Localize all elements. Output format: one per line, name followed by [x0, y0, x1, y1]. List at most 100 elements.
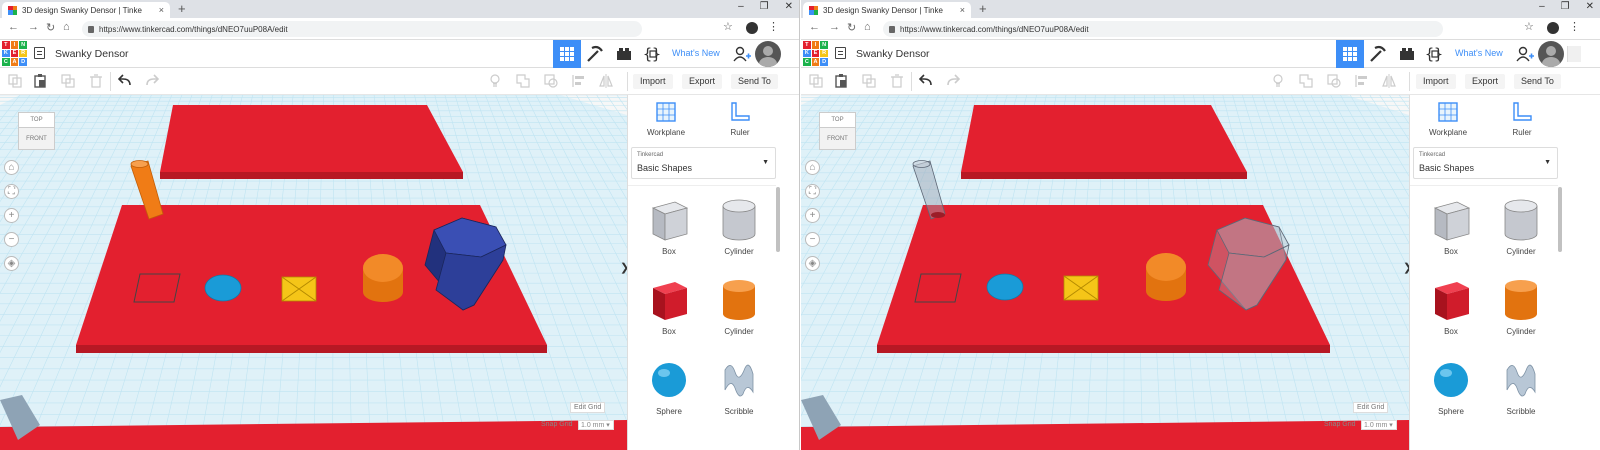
design-title[interactable]: Swanky Densor [55, 48, 129, 60]
home-view-icon[interactable]: ⌂ [805, 160, 820, 175]
workplane-tool[interactable]: Workplane [1418, 101, 1478, 137]
restore-icon[interactable]: ❐ [1561, 1, 1570, 12]
snap-grid-select[interactable]: 1.0 mm ▾ [578, 420, 614, 430]
shape-library-select[interactable]: Tinkercad Basic Shapes ▼ [631, 147, 776, 179]
new-tab-button[interactable]: + [178, 1, 186, 16]
reload-icon[interactable]: ↻ [46, 21, 55, 34]
browser-menu-icon[interactable]: ⋮ [768, 20, 779, 33]
view-cube-front[interactable]: FRONT [819, 128, 856, 150]
collapse-panel-icon[interactable]: ❯ [620, 261, 627, 274]
shape-cylinder[interactable]: Cylinder [709, 276, 769, 336]
scene-canvas[interactable] [801, 95, 1409, 450]
shape-cylinder-hole[interactable]: Cylinder [1491, 196, 1551, 256]
shape-scribble[interactable]: Scribble [1491, 356, 1551, 416]
light-bulb-icon[interactable] [488, 74, 502, 88]
redo-icon[interactable] [946, 74, 960, 88]
send-to-button[interactable]: Send To [1514, 74, 1561, 89]
url-field[interactable]: https://www.tinkercad.com/things/dNEO7uu… [883, 21, 1443, 37]
shape-box[interactable]: Box [639, 276, 699, 336]
extension-icon[interactable] [1547, 22, 1559, 34]
whats-new-link[interactable]: What's New [672, 48, 720, 58]
reload-icon[interactable]: ↻ [847, 21, 856, 34]
design-menu-icon[interactable] [34, 47, 45, 59]
ruler-tool[interactable]: Ruler [710, 101, 770, 137]
zoom-out-icon[interactable]: − [805, 232, 820, 247]
import-button[interactable]: Import [1416, 74, 1456, 89]
delete-icon[interactable] [89, 74, 103, 88]
design-menu-icon[interactable] [835, 47, 846, 59]
tab-close-icon[interactable]: × [960, 5, 965, 15]
group-icon[interactable] [1327, 74, 1341, 88]
view-cube[interactable]: TOP FRONT [18, 112, 55, 150]
bricks-button[interactable] [1393, 40, 1421, 68]
codeblocks-button[interactable]: {} [639, 40, 667, 68]
zoom-out-icon[interactable]: − [4, 232, 19, 247]
paste-icon[interactable] [834, 74, 848, 88]
shape-cylinder[interactable]: Cylinder [1491, 276, 1551, 336]
perspective-icon[interactable]: ◈ [4, 256, 19, 271]
home-icon[interactable]: ⌂ [864, 21, 871, 33]
shape-box-hole[interactable]: Box [639, 196, 699, 256]
codeblocks-button[interactable]: {} [1421, 40, 1449, 68]
minimize-icon[interactable]: – [738, 1, 744, 12]
home-view-icon[interactable]: ⌂ [4, 160, 19, 175]
snap-grid-select[interactable]: 1.0 mm ▾ [1361, 420, 1397, 430]
paste-icon[interactable] [33, 74, 47, 88]
edit-grid-button[interactable]: Edit Grid [1353, 402, 1389, 413]
forward-arrow-icon[interactable]: → [829, 21, 840, 33]
shape-scribble[interactable]: Scribble [709, 356, 769, 416]
shape-box-hole[interactable]: Box [1421, 196, 1481, 256]
roof-shape[interactable] [281, 276, 317, 302]
close-window-icon[interactable]: ✕ [785, 1, 793, 12]
new-tab-button[interactable]: + [979, 1, 987, 16]
view-cube-top[interactable]: TOP [819, 112, 856, 128]
home-icon[interactable]: ⌂ [63, 21, 70, 33]
tinkercad-logo[interactable]: T I N K E R C A D [803, 41, 828, 66]
zoom-in-icon[interactable]: + [4, 208, 19, 223]
extension-icon[interactable] [746, 22, 758, 34]
fit-view-icon[interactable]: ⛶ [4, 184, 19, 199]
fit-view-icon[interactable]: ⛶ [805, 184, 820, 199]
user-avatar[interactable] [755, 41, 781, 67]
3d-viewport[interactable]: TOP FRONT ⌂ ⛶ + − ◈ Edit Grid Snap Grid … [801, 95, 1409, 450]
copy-icon[interactable] [809, 74, 823, 88]
zoom-in-icon[interactable]: + [805, 208, 820, 223]
3d-viewport[interactable]: TOP FRONT ⌂ ⛶ + − ◈ Edit Grid Snap Grid … [0, 95, 627, 450]
export-button[interactable]: Export [1465, 74, 1506, 89]
delete-icon[interactable] [890, 74, 904, 88]
duplicate-icon[interactable] [862, 74, 876, 88]
shape-sphere[interactable]: Sphere [1421, 356, 1481, 416]
url-field[interactable]: https://www.tinkercad.com/things/dNEO7uu… [82, 21, 642, 37]
minimize-icon[interactable]: – [1539, 1, 1545, 12]
shape-cylinder-hole[interactable]: Cylinder [709, 196, 769, 256]
back-plate[interactable] [160, 105, 463, 172]
shape-box[interactable]: Box [1421, 276, 1481, 336]
shape-sphere[interactable]: Sphere [639, 356, 699, 416]
view-cube[interactable]: TOP FRONT [819, 112, 856, 150]
align-icon[interactable] [1355, 74, 1369, 88]
whats-new-link[interactable]: What's New [1455, 48, 1503, 58]
perspective-icon[interactable]: ◈ [805, 256, 820, 271]
bookmark-star-icon[interactable]: ☆ [723, 20, 733, 33]
view-cube-top[interactable]: TOP [18, 112, 55, 128]
forward-arrow-icon[interactable]: → [28, 21, 39, 33]
blocks-button[interactable] [581, 40, 609, 68]
tab-close-icon[interactable]: × [159, 5, 164, 15]
invite-user-button[interactable] [728, 40, 756, 68]
edit-grid-button[interactable]: Edit Grid [570, 402, 606, 413]
browser-tab[interactable]: 3D design Swanky Densor | Tinke × [2, 2, 170, 18]
sphere[interactable] [986, 273, 1024, 301]
back-arrow-icon[interactable]: ← [809, 21, 820, 33]
import-button[interactable]: Import [633, 74, 673, 89]
browser-menu-icon[interactable]: ⋮ [1569, 20, 1580, 33]
tinkercad-logo[interactable]: T I N K E R C A D [2, 41, 27, 66]
restore-icon[interactable]: ❐ [760, 1, 769, 12]
mirror-icon[interactable] [599, 74, 613, 88]
ruler-tool[interactable]: Ruler [1492, 101, 1552, 137]
sphere[interactable] [204, 274, 242, 302]
redo-icon[interactable] [145, 74, 159, 88]
shape-group-icon[interactable] [1299, 74, 1313, 88]
browser-tab[interactable]: 3D design Swanky Densor | Tinke × [803, 2, 971, 18]
3d-view-button[interactable] [553, 40, 581, 68]
undo-icon[interactable] [118, 74, 132, 88]
